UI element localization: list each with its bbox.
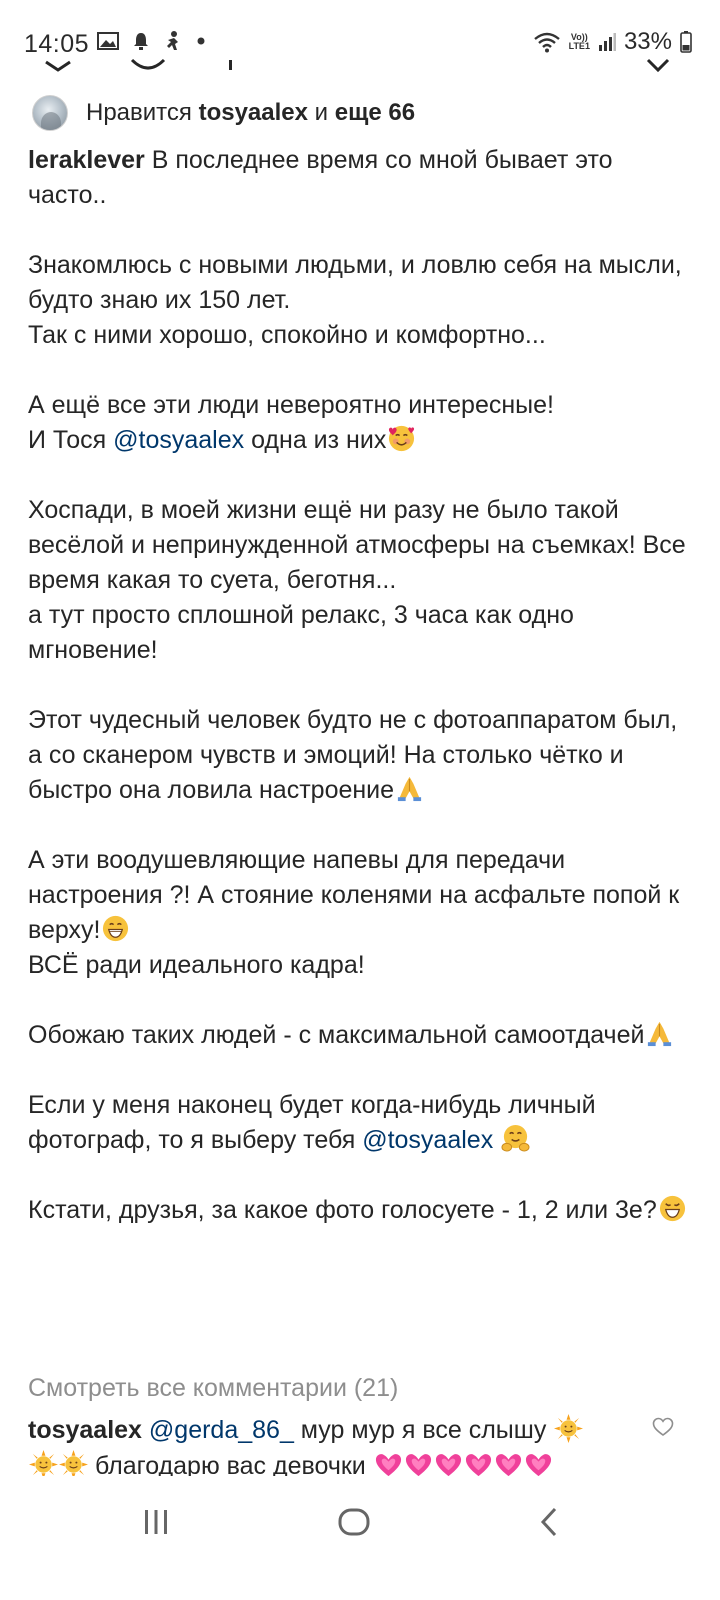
caption-paragraph-7: Обожаю таких людей - с максимальной само… (28, 1018, 692, 1053)
comment-author[interactable]: tosyaalex (28, 1416, 142, 1444)
caption-paragraph-2a: Знакомлюсь с новыми людьми, и ловлю себя… (28, 251, 682, 314)
recent-apps-button[interactable] (126, 1500, 186, 1544)
home-button[interactable] (324, 1500, 384, 1544)
smiling-face-with-hearts-emoji-icon (389, 425, 415, 452)
caption-paragraph-3a: А ещё все эти люди невероятно интересные… (28, 391, 554, 419)
grinning-face-emoji-icon (103, 915, 129, 942)
status-time: 14:05 (24, 30, 90, 58)
view-all-comments-link[interactable]: Смотреть все комментарии (21) (28, 1374, 398, 1403)
post-caption: leraklever В последнее время со мной быв… (28, 143, 692, 1228)
sun-face-emoji-icon (29, 1450, 58, 1479)
home-icon (338, 1508, 370, 1536)
battery-icon (680, 31, 692, 53)
caption-text: Кстати, друзья, за какое фото голосуете … (28, 1196, 657, 1224)
caption-text: одна из них (244, 426, 387, 454)
status-icons-right: Vo)) LTE1 33% (533, 28, 692, 56)
system-navigation-bar (0, 1476, 720, 1600)
liker-avatar[interactable] (32, 95, 68, 131)
battery-percent: 33% (623, 28, 672, 55)
likes-conjunction: и (307, 99, 335, 126)
screen: 14:05 Vo)) LTE1 33% Нравится tosyaalex и… (0, 0, 720, 1600)
signal-icon (598, 33, 616, 51)
caption-author[interactable]: leraklever (28, 146, 145, 174)
status-icons-left (97, 30, 206, 52)
caption-paragraph-6a: А эти воодушевляющие напевы для передачи… (28, 843, 692, 948)
caption-paragraph-4b: а тут просто сплошной релакс, 3 часа как… (28, 601, 574, 664)
growing-heart-emoji-icon (375, 1454, 401, 1477)
caption-paragraph-6b: ВСЁ ради идеального кадра! (28, 951, 365, 979)
growing-heart-emoji-icon (525, 1454, 551, 1477)
likes-text[interactable]: Нравится tosyaalex и еще 66 (86, 99, 415, 127)
dot-icon (197, 37, 205, 45)
like-comment-heart-icon[interactable] (652, 1417, 674, 1437)
caption-paragraph-1: leraklever В последнее время со мной быв… (28, 143, 692, 213)
caption-text: Обожаю таких людей - с максимальной само… (28, 1021, 645, 1049)
sun-face-emoji-icon (554, 1414, 584, 1443)
growing-heart-emoji-icon (495, 1454, 521, 1477)
likes-others[interactable]: еще 66 (335, 99, 415, 126)
comment: tosyaalex @gerda_86_ мур мур я все слышу… (28, 1412, 628, 1484)
folded-hands-emoji-icon (648, 1021, 672, 1047)
grinning-squinting-face-emoji-icon (659, 1195, 685, 1222)
caption-paragraph-8: Если у меня наконец будет когда-нибудь л… (28, 1088, 692, 1158)
figure-icon (167, 31, 178, 50)
recent-apps-icon (145, 1510, 167, 1534)
previous-row-remnant (45, 58, 670, 73)
caption-paragraph-5: Этот чудесный человек будто не с фотоапп… (28, 703, 692, 808)
likes-user[interactable]: tosyaalex (199, 99, 308, 126)
growing-heart-emoji-icon (435, 1454, 461, 1477)
folded-hands-emoji-icon (397, 776, 422, 802)
hugging-face-emoji-icon (501, 1124, 530, 1152)
growing-heart-emoji-icon (465, 1454, 491, 1477)
likes-row[interactable]: Нравится tosyaalex и еще 66 (32, 93, 415, 133)
caption-paragraph-2b: Так с ними хорошо, спокойно и комфортно.… (28, 321, 546, 349)
wifi-icon (533, 32, 560, 53)
likes-prefix: Нравится (86, 99, 199, 126)
gallery-icon (97, 32, 119, 50)
network-label: LTE1 (568, 41, 590, 51)
caption-text: Этот чудесный человек будто не с фотоапп… (28, 706, 678, 804)
sun-face-emoji-icon (59, 1450, 88, 1479)
mention-link[interactable]: @tosyaalex (113, 426, 244, 454)
volte-indicator: Vo)) LTE1 (569, 33, 590, 51)
mention-link[interactable]: @tosyaalex (362, 1126, 493, 1154)
back-button[interactable] (520, 1500, 580, 1544)
caption-text: И Тося (28, 426, 114, 454)
comment-text: мур мур я все слышу (293, 1416, 554, 1444)
notification-icon (134, 33, 148, 50)
back-icon (540, 1507, 557, 1537)
comment-mention[interactable]: @gerda_86_ (149, 1416, 294, 1444)
caption-paragraph-3b: И Тося @tosyaalex одна из них (28, 423, 692, 458)
caption-paragraph-4a: Хоспади, в моей жизни ещё ни разу не был… (28, 496, 686, 594)
caption-paragraph-9: Кстати, друзья, за какое фото голосуете … (28, 1193, 692, 1228)
growing-heart-emoji-icon (405, 1454, 431, 1477)
